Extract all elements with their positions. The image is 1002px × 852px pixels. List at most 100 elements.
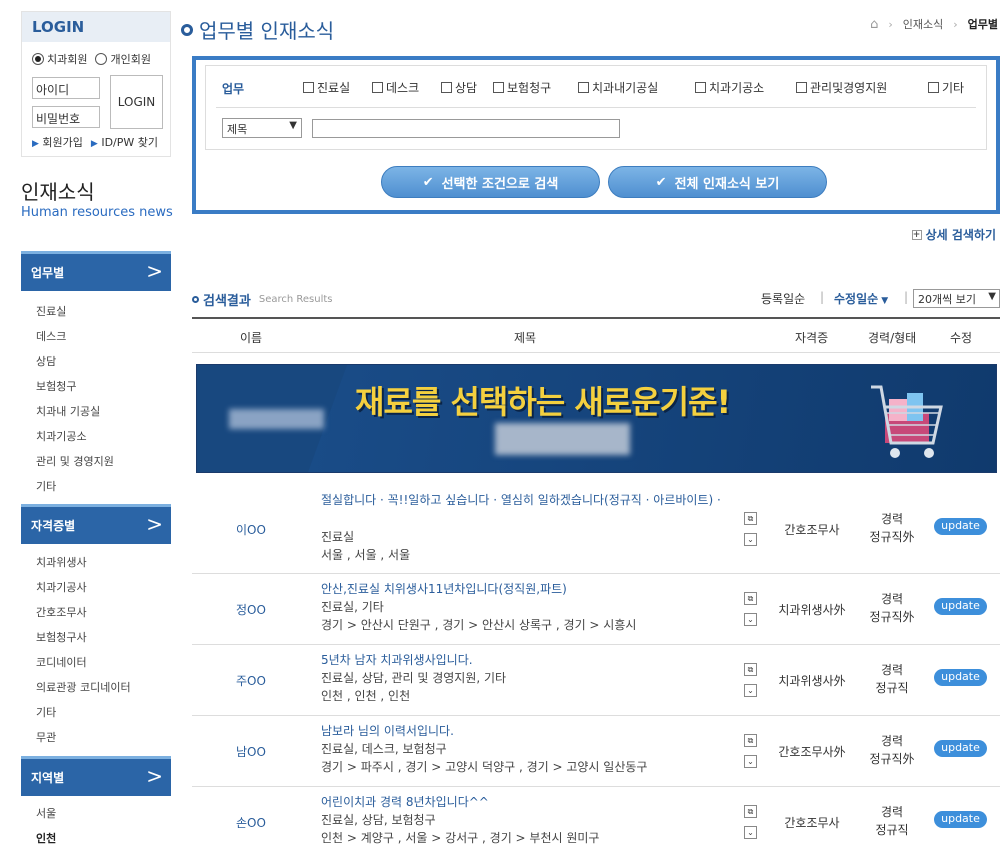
- results-title-text: 검색결과: [203, 294, 251, 309]
- sort-by-registered[interactable]: 등록일순: [761, 290, 805, 307]
- checkbox-dental-lab[interactable]: 치과기공소: [695, 79, 764, 96]
- chevron-down-icon[interactable]: ⌄: [744, 533, 757, 546]
- chevron-down-icon[interactable]: ⌄: [744, 613, 757, 626]
- sort-by-modified[interactable]: 수정일순 ▼: [834, 290, 888, 307]
- sidebar-item-inhouse-lab[interactable]: 치과내 기공실: [36, 403, 114, 428]
- employment-type: 정규직外: [869, 530, 915, 544]
- sidebar-item-consult[interactable]: 상담: [36, 353, 114, 378]
- sidebar-item-dental-lab[interactable]: 치과기공소: [36, 428, 114, 453]
- checkbox-box[interactable]: [928, 82, 939, 93]
- shopping-cart-icon: [871, 385, 943, 458]
- sidebar-item-management[interactable]: 관리 및 경영지원: [36, 453, 114, 478]
- table-row: 주OO 5년차 남자 치과위생사입니다. 진료실, 상담, 관리 및 경영지원,…: [192, 645, 1000, 716]
- chevron-right-icon: ›: [888, 17, 893, 31]
- home-icon[interactable]: ⌂: [870, 17, 878, 32]
- region: 경기 > 파주시 , 경기 > 고양시 덕양구 , 경기 > 고양시 일산동구: [321, 760, 648, 774]
- checkbox-desk[interactable]: 데스크: [372, 79, 419, 96]
- category-job-list: 진료실 데스크 상담 보험청구 치과내 기공실 치과기공소 관리 및 경영지원 …: [36, 303, 114, 503]
- signup-link[interactable]: ▶ 회원가입: [32, 134, 83, 150]
- checkbox-label: 진료실: [317, 81, 351, 95]
- sidebar-item-insurance[interactable]: 보험청구: [36, 378, 114, 403]
- employment-type: 정규직外: [869, 610, 915, 624]
- sidebar-item-none[interactable]: 무관: [36, 729, 131, 754]
- ad-banner[interactable]: 재료를 선택하는 새로운기준!: [196, 364, 997, 473]
- radio-dental-member-dot[interactable]: [32, 53, 44, 65]
- per-page-select[interactable]: 20개씩 보기 ▼: [913, 289, 1000, 308]
- login-button[interactable]: LOGIN: [110, 75, 163, 129]
- checkbox-clinic[interactable]: 진료실: [303, 79, 350, 96]
- checkbox-box[interactable]: [372, 82, 383, 93]
- radio-personal-member[interactable]: 개인회원: [95, 51, 151, 67]
- sidebar-item-incheon[interactable]: 인천: [36, 830, 56, 852]
- chevron-down-icon[interactable]: ⌄: [744, 755, 757, 768]
- chevron-right-icon: >: [146, 259, 163, 283]
- applicant-name[interactable]: 남OO: [236, 743, 266, 760]
- checkbox-consult[interactable]: 상담: [441, 79, 477, 96]
- job-field: 진료실, 상담, 관리 및 경영지원, 기타: [321, 671, 507, 685]
- checkbox-box[interactable]: [695, 82, 706, 93]
- sidebar-item-hygienist[interactable]: 치과위생사: [36, 554, 131, 579]
- category-license-header[interactable]: 자격증별 >: [21, 504, 171, 544]
- checkbox-box[interactable]: [578, 82, 589, 93]
- radio-personal-member-dot[interactable]: [95, 53, 108, 65]
- password-input[interactable]: 비밀번호: [32, 106, 100, 128]
- applicant-name[interactable]: 정OO: [236, 601, 266, 618]
- search-field-select[interactable]: 제목 ▼: [222, 118, 302, 138]
- sort-divider: |: [904, 290, 909, 304]
- update-badge: update: [934, 740, 987, 757]
- copy-icon[interactable]: ⧉: [744, 512, 757, 525]
- applicant-name[interactable]: 주OO: [236, 672, 266, 689]
- sidebar-item-technician[interactable]: 치과기공사: [36, 579, 131, 604]
- category-job-header[interactable]: 업무별 >: [21, 251, 171, 291]
- applicant-name[interactable]: 손OO: [236, 814, 266, 831]
- search-field-select-value: 제목: [227, 123, 248, 136]
- sidebar-item-clinic[interactable]: 진료실: [36, 303, 114, 328]
- checkbox-management[interactable]: 관리및경영지원: [796, 79, 887, 96]
- sidebar-item-insurance-clerk[interactable]: 보험청구사: [36, 629, 131, 654]
- section-title: 인재소식: [21, 180, 95, 204]
- id-input[interactable]: 아이디: [32, 77, 100, 99]
- copy-icon[interactable]: ⧉: [744, 592, 757, 605]
- page-title-text: 업무별 인재소식: [199, 19, 335, 43]
- copy-icon[interactable]: ⧉: [744, 805, 757, 818]
- banner-logo-blurred: [229, 409, 324, 429]
- applicant-name[interactable]: 이OO: [236, 521, 266, 538]
- category-region-header[interactable]: 지역별 >: [21, 756, 171, 796]
- employment-type: 정규직: [875, 681, 909, 695]
- resume-title-link[interactable]: 남보라 님의 이력서입니다.: [321, 723, 731, 740]
- checkbox-inhouse-lab[interactable]: 치과내기공실: [578, 79, 658, 96]
- breadcrumb-item[interactable]: 인재소식: [903, 16, 943, 32]
- radio-dental-member[interactable]: 치과회원: [32, 51, 87, 67]
- checkbox-box[interactable]: [303, 82, 314, 93]
- chevron-right-icon: ›: [953, 17, 958, 31]
- sidebar-item-seoul[interactable]: 서울: [36, 805, 56, 830]
- resume-title-link[interactable]: 5년차 남자 치과위생사입니다.: [321, 652, 731, 669]
- category-license-label: 자격증별: [31, 519, 76, 533]
- checkbox-box[interactable]: [441, 82, 452, 93]
- copy-icon[interactable]: ⧉: [744, 734, 757, 747]
- checkbox-box[interactable]: [796, 82, 807, 93]
- detail-search-link[interactable]: + 상세 검색하기: [911, 226, 996, 243]
- sidebar-item-coordinator[interactable]: 코디네이터: [36, 654, 131, 679]
- find-idpw-link[interactable]: ▶ ID/PW 찾기: [91, 134, 158, 150]
- copy-icon[interactable]: ⧉: [744, 663, 757, 676]
- checkbox-insurance[interactable]: 보험청구: [493, 79, 551, 96]
- chevron-down-icon[interactable]: ⌄: [744, 826, 757, 839]
- results-title: 검색결과 Search Results: [192, 290, 333, 309]
- sidebar-item-nurse-aide[interactable]: 간호조무사: [36, 604, 131, 629]
- category-license-list: 치과위생사 치과기공사 간호조무사 보험청구사 코디네이터 의료관광 코디네이터…: [36, 554, 131, 754]
- checkbox-other[interactable]: 기타: [928, 79, 964, 96]
- sidebar-item-medical-tourism[interactable]: 의료관광 코디네이터: [36, 679, 131, 704]
- resume-title-link[interactable]: 안산,진료실 치위생사11년차입니다(정직원,파트): [321, 581, 731, 598]
- search-input[interactable]: [312, 119, 620, 138]
- search-selected-button[interactable]: ✔ 선택한 조건으로 검색: [381, 166, 600, 198]
- chevron-down-icon[interactable]: ⌄: [744, 684, 757, 697]
- checkbox-box[interactable]: [493, 82, 504, 93]
- sidebar-item-desk[interactable]: 데스크: [36, 328, 114, 353]
- view-all-button[interactable]: ✔ 전체 인재소식 보기: [608, 166, 827, 198]
- sidebar-item-other[interactable]: 기타: [36, 478, 114, 503]
- resume-title-link[interactable]: 어린이치과 경력 8년차입니다^^: [321, 794, 731, 811]
- signup-link-label: 회원가입: [42, 136, 83, 149]
- sidebar-item-other-license[interactable]: 기타: [36, 704, 131, 729]
- resume-title-link[interactable]: 절실합니다 · 꼭!!일하고 싶습니다 · 열심히 일하겠습니다(정규직 · 아…: [321, 492, 731, 509]
